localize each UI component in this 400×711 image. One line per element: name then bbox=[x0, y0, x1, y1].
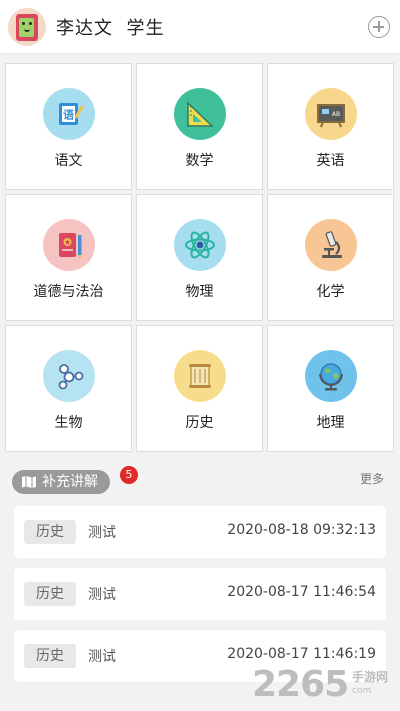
more-link[interactable]: 更多 bbox=[360, 470, 384, 487]
record-timestamp: 2020-08-18 09:32:13 bbox=[227, 522, 376, 538]
avatar[interactable] bbox=[8, 8, 46, 46]
subject-history[interactable]: 历史 bbox=[136, 325, 263, 452]
subject-chinese[interactable]: 语 语文 bbox=[5, 63, 132, 190]
record-item[interactable]: 历史 测试 2020-08-18 09:32:13 bbox=[14, 506, 386, 558]
subject-grid: 语 语文 数学 AB 英语 道德与法治 物理 化学 生物 历史 地理 bbox=[5, 63, 395, 453]
subject-label: 历史 bbox=[185, 415, 214, 431]
watermark-domain: com bbox=[352, 686, 372, 696]
subject-label: 英语 bbox=[316, 153, 345, 169]
subject-label: 生物 bbox=[54, 415, 83, 431]
subject-label: 道德与法治 bbox=[33, 284, 104, 300]
subject-geography[interactable]: 地理 bbox=[267, 325, 394, 452]
record-title: 测试 bbox=[88, 649, 116, 665]
record-title: 测试 bbox=[88, 525, 116, 541]
subject-biology[interactable]: 生物 bbox=[5, 325, 132, 452]
record-timestamp: 2020-08-17 11:46:54 bbox=[227, 584, 376, 600]
subject-math[interactable]: 数学 bbox=[136, 63, 263, 190]
record-title: 测试 bbox=[88, 587, 116, 603]
subject-english[interactable]: AB 英语 bbox=[267, 63, 394, 190]
notebook-pen-icon bbox=[43, 219, 95, 271]
watermark-number: 2265 bbox=[252, 664, 349, 705]
subject-label: 化学 bbox=[316, 284, 345, 300]
chinese-book-icon: 语 bbox=[43, 88, 95, 140]
subject-label: 语文 bbox=[54, 153, 83, 169]
subject-label: 地理 bbox=[316, 415, 345, 431]
blackboard-icon: AB bbox=[305, 88, 357, 140]
map-icon bbox=[22, 476, 36, 488]
svg-text:AB: AB bbox=[332, 111, 340, 118]
subject-tag: 历史 bbox=[24, 520, 76, 544]
molecule-icon bbox=[43, 350, 95, 402]
subject-label: 数学 bbox=[185, 153, 214, 169]
record-item[interactable]: 历史 测试 2020-08-17 11:46:54 bbox=[14, 568, 386, 620]
watermark-text: 手游网 bbox=[352, 670, 389, 684]
supplement-section-header: 补充讲解 5 更多 bbox=[0, 466, 400, 496]
subject-tag: 历史 bbox=[24, 582, 76, 606]
subject-chemistry[interactable]: 化学 bbox=[267, 194, 394, 321]
book-mascot-icon bbox=[16, 14, 38, 41]
set-square-icon bbox=[174, 88, 226, 140]
microscope-icon bbox=[305, 219, 357, 271]
atom-icon bbox=[174, 219, 226, 271]
notification-badge: 5 bbox=[120, 466, 138, 484]
supplement-label: 补充讲解 bbox=[42, 474, 98, 490]
record-timestamp: 2020-08-17 11:46:19 bbox=[227, 646, 376, 662]
supplement-tab[interactable]: 补充讲解 5 bbox=[12, 466, 138, 494]
globe-icon bbox=[305, 350, 357, 402]
watermark-logo: 2265 手游网 com bbox=[252, 664, 398, 706]
top-bar: 李达文 学生 bbox=[0, 0, 400, 54]
svg-text:语: 语 bbox=[63, 108, 74, 122]
subject-physics[interactable]: 物理 bbox=[136, 194, 263, 321]
subject-label: 物理 bbox=[185, 284, 214, 300]
user-name: 李达文 学生 bbox=[56, 18, 165, 39]
plus-circle-icon[interactable] bbox=[368, 16, 390, 38]
subject-morality-law[interactable]: 道德与法治 bbox=[5, 194, 132, 321]
subject-tag: 历史 bbox=[24, 644, 76, 668]
scroll-icon bbox=[174, 350, 226, 402]
